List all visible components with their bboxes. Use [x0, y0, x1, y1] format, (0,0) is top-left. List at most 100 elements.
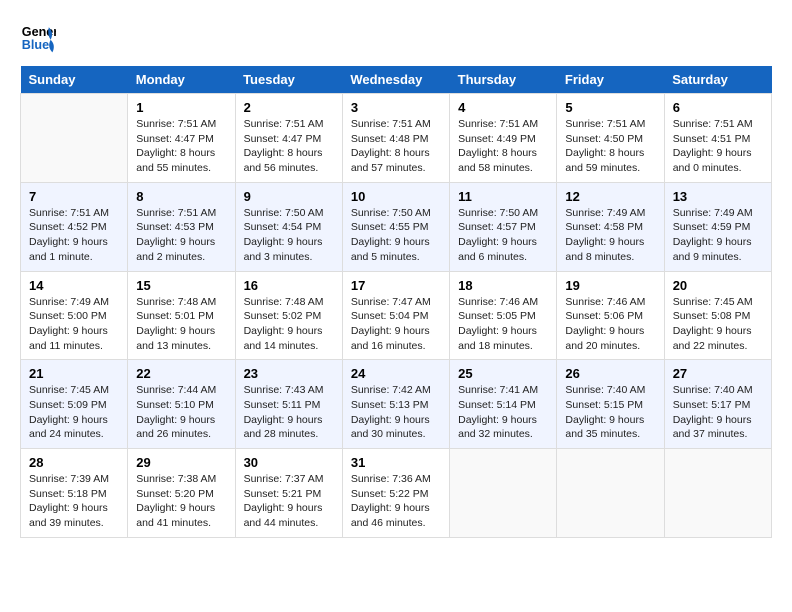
day-number: 18: [458, 278, 548, 293]
calendar-cell: 4 Sunrise: 7:51 AM Sunset: 4:49 PM Daylig…: [450, 94, 557, 183]
day-number: 29: [136, 455, 226, 470]
day-info: Sunrise: 7:40 AM Sunset: 5:15 PM Dayligh…: [565, 383, 655, 442]
day-info: Sunrise: 7:45 AM Sunset: 5:08 PM Dayligh…: [673, 295, 763, 354]
calendar-cell: 17 Sunrise: 7:47 AM Sunset: 5:04 PM Dayli…: [342, 271, 449, 360]
calendar-cell: 22 Sunrise: 7:44 AM Sunset: 5:10 PM Dayli…: [128, 360, 235, 449]
day-info: Sunrise: 7:51 AM Sunset: 4:50 PM Dayligh…: [565, 117, 655, 176]
calendar-cell: 29 Sunrise: 7:38 AM Sunset: 5:20 PM Dayli…: [128, 449, 235, 538]
day-info: Sunrise: 7:45 AM Sunset: 5:09 PM Dayligh…: [29, 383, 119, 442]
logo-icon: General Blue: [20, 20, 56, 56]
day-info: Sunrise: 7:50 AM Sunset: 4:57 PM Dayligh…: [458, 206, 548, 265]
day-info: Sunrise: 7:51 AM Sunset: 4:52 PM Dayligh…: [29, 206, 119, 265]
day-info: Sunrise: 7:51 AM Sunset: 4:53 PM Dayligh…: [136, 206, 226, 265]
day-number: 30: [244, 455, 334, 470]
calendar-body: 1 Sunrise: 7:51 AM Sunset: 4:47 PM Daylig…: [21, 94, 772, 538]
week-row-3: 14 Sunrise: 7:49 AM Sunset: 5:00 PM Dayli…: [21, 271, 772, 360]
calendar-cell: 26 Sunrise: 7:40 AM Sunset: 5:15 PM Dayli…: [557, 360, 664, 449]
day-number: 16: [244, 278, 334, 293]
calendar-cell: 14 Sunrise: 7:49 AM Sunset: 5:00 PM Dayli…: [21, 271, 128, 360]
day-number: 20: [673, 278, 763, 293]
day-number: 25: [458, 366, 548, 381]
calendar-cell: [664, 449, 771, 538]
calendar-cell: 25 Sunrise: 7:41 AM Sunset: 5:14 PM Dayli…: [450, 360, 557, 449]
calendar-cell: 2 Sunrise: 7:51 AM Sunset: 4:47 PM Daylig…: [235, 94, 342, 183]
day-info: Sunrise: 7:51 AM Sunset: 4:48 PM Dayligh…: [351, 117, 441, 176]
day-number: 17: [351, 278, 441, 293]
calendar-cell: 8 Sunrise: 7:51 AM Sunset: 4:53 PM Daylig…: [128, 182, 235, 271]
calendar-cell: 19Sunrise: 7:46 AM Sunset: 5:06 PM Dayli…: [557, 271, 664, 360]
day-info: Sunrise: 7:36 AM Sunset: 5:22 PM Dayligh…: [351, 472, 441, 531]
day-number: 31: [351, 455, 441, 470]
day-number: 10: [351, 189, 441, 204]
day-number: 14: [29, 278, 119, 293]
day-number: 19: [565, 278, 655, 293]
day-number: 6: [673, 100, 763, 115]
day-info: Sunrise: 7:49 AM Sunset: 4:58 PM Dayligh…: [565, 206, 655, 265]
day-number: 27: [673, 366, 763, 381]
day-info: Sunrise: 7:40 AM Sunset: 5:17 PM Dayligh…: [673, 383, 763, 442]
calendar-cell: 16 Sunrise: 7:48 AM Sunset: 5:02 PM Dayli…: [235, 271, 342, 360]
logo: General Blue: [20, 20, 56, 56]
calendar-cell: 18 Sunrise: 7:46 AM Sunset: 5:05 PM Dayli…: [450, 271, 557, 360]
calendar-cell: 12 Sunrise: 7:49 AM Sunset: 4:58 PM Dayli…: [557, 182, 664, 271]
day-number: 7: [29, 189, 119, 204]
week-row-5: 28 Sunrise: 7:39 AM Sunset: 5:18 PM Dayli…: [21, 449, 772, 538]
day-info: Sunrise: 7:42 AM Sunset: 5:13 PM Dayligh…: [351, 383, 441, 442]
day-header-thursday: Thursday: [450, 66, 557, 94]
calendar-cell: 21Sunrise: 7:45 AM Sunset: 5:09 PM Dayli…: [21, 360, 128, 449]
day-number: 13: [673, 189, 763, 204]
calendar-cell: 23Sunrise: 7:43 AM Sunset: 5:11 PM Dayli…: [235, 360, 342, 449]
calendar-cell: 10 Sunrise: 7:50 AM Sunset: 4:55 PM Dayli…: [342, 182, 449, 271]
day-info: Sunrise: 7:51 AM Sunset: 4:51 PM Dayligh…: [673, 117, 763, 176]
week-row-2: 7 Sunrise: 7:51 AM Sunset: 4:52 PM Daylig…: [21, 182, 772, 271]
day-number: 3: [351, 100, 441, 115]
calendar-table: SundayMondayTuesdayWednesdayThursdayFrid…: [20, 66, 772, 538]
page-header: General Blue: [20, 20, 772, 56]
day-number: 8: [136, 189, 226, 204]
calendar-cell: [21, 94, 128, 183]
day-info: Sunrise: 7:51 AM Sunset: 4:49 PM Dayligh…: [458, 117, 548, 176]
week-row-1: 1 Sunrise: 7:51 AM Sunset: 4:47 PM Daylig…: [21, 94, 772, 183]
calendar-header: SundayMondayTuesdayWednesdayThursdayFrid…: [21, 66, 772, 94]
calendar-cell: 20 Sunrise: 7:45 AM Sunset: 5:08 PM Dayli…: [664, 271, 771, 360]
day-info: Sunrise: 7:49 AM Sunset: 5:00 PM Dayligh…: [29, 295, 119, 354]
day-info: Sunrise: 7:49 AM Sunset: 4:59 PM Dayligh…: [673, 206, 763, 265]
day-info: Sunrise: 7:39 AM Sunset: 5:18 PM Dayligh…: [29, 472, 119, 531]
day-info: Sunrise: 7:44 AM Sunset: 5:10 PM Dayligh…: [136, 383, 226, 442]
day-info: Sunrise: 7:50 AM Sunset: 4:55 PM Dayligh…: [351, 206, 441, 265]
day-info: Sunrise: 7:46 AM Sunset: 5:05 PM Dayligh…: [458, 295, 548, 354]
day-header-saturday: Saturday: [664, 66, 771, 94]
calendar-cell: 11Sunrise: 7:50 AM Sunset: 4:57 PM Dayli…: [450, 182, 557, 271]
calendar-cell: 3 Sunrise: 7:51 AM Sunset: 4:48 PM Daylig…: [342, 94, 449, 183]
svg-text:Blue: Blue: [22, 38, 49, 52]
day-info: Sunrise: 7:51 AM Sunset: 4:47 PM Dayligh…: [244, 117, 334, 176]
day-header-friday: Friday: [557, 66, 664, 94]
day-number: 2: [244, 100, 334, 115]
day-info: Sunrise: 7:47 AM Sunset: 5:04 PM Dayligh…: [351, 295, 441, 354]
calendar-cell: 24Sunrise: 7:42 AM Sunset: 5:13 PM Dayli…: [342, 360, 449, 449]
day-number: 23: [244, 366, 334, 381]
calendar-cell: 1 Sunrise: 7:51 AM Sunset: 4:47 PM Daylig…: [128, 94, 235, 183]
day-number: 26: [565, 366, 655, 381]
day-number: 28: [29, 455, 119, 470]
day-info: Sunrise: 7:38 AM Sunset: 5:20 PM Dayligh…: [136, 472, 226, 531]
day-number: 4: [458, 100, 548, 115]
calendar-cell: 5Sunrise: 7:51 AM Sunset: 4:50 PM Daylig…: [557, 94, 664, 183]
day-number: 15: [136, 278, 226, 293]
day-number: 12: [565, 189, 655, 204]
day-info: Sunrise: 7:37 AM Sunset: 5:21 PM Dayligh…: [244, 472, 334, 531]
day-info: Sunrise: 7:41 AM Sunset: 5:14 PM Dayligh…: [458, 383, 548, 442]
day-info: Sunrise: 7:51 AM Sunset: 4:47 PM Dayligh…: [136, 117, 226, 176]
day-number: 22: [136, 366, 226, 381]
calendar-cell: 13 Sunrise: 7:49 AM Sunset: 4:59 PM Dayli…: [664, 182, 771, 271]
day-header-wednesday: Wednesday: [342, 66, 449, 94]
day-number: 1: [136, 100, 226, 115]
day-info: Sunrise: 7:48 AM Sunset: 5:02 PM Dayligh…: [244, 295, 334, 354]
calendar-cell: [450, 449, 557, 538]
day-header-tuesday: Tuesday: [235, 66, 342, 94]
calendar-cell: 31 Sunrise: 7:36 AM Sunset: 5:22 PM Dayli…: [342, 449, 449, 538]
calendar-cell: [557, 449, 664, 538]
calendar-cell: 28 Sunrise: 7:39 AM Sunset: 5:18 PM Dayli…: [21, 449, 128, 538]
calendar-cell: 27 Sunrise: 7:40 AM Sunset: 5:17 PM Dayli…: [664, 360, 771, 449]
calendar-cell: 15Sunrise: 7:48 AM Sunset: 5:01 PM Dayli…: [128, 271, 235, 360]
